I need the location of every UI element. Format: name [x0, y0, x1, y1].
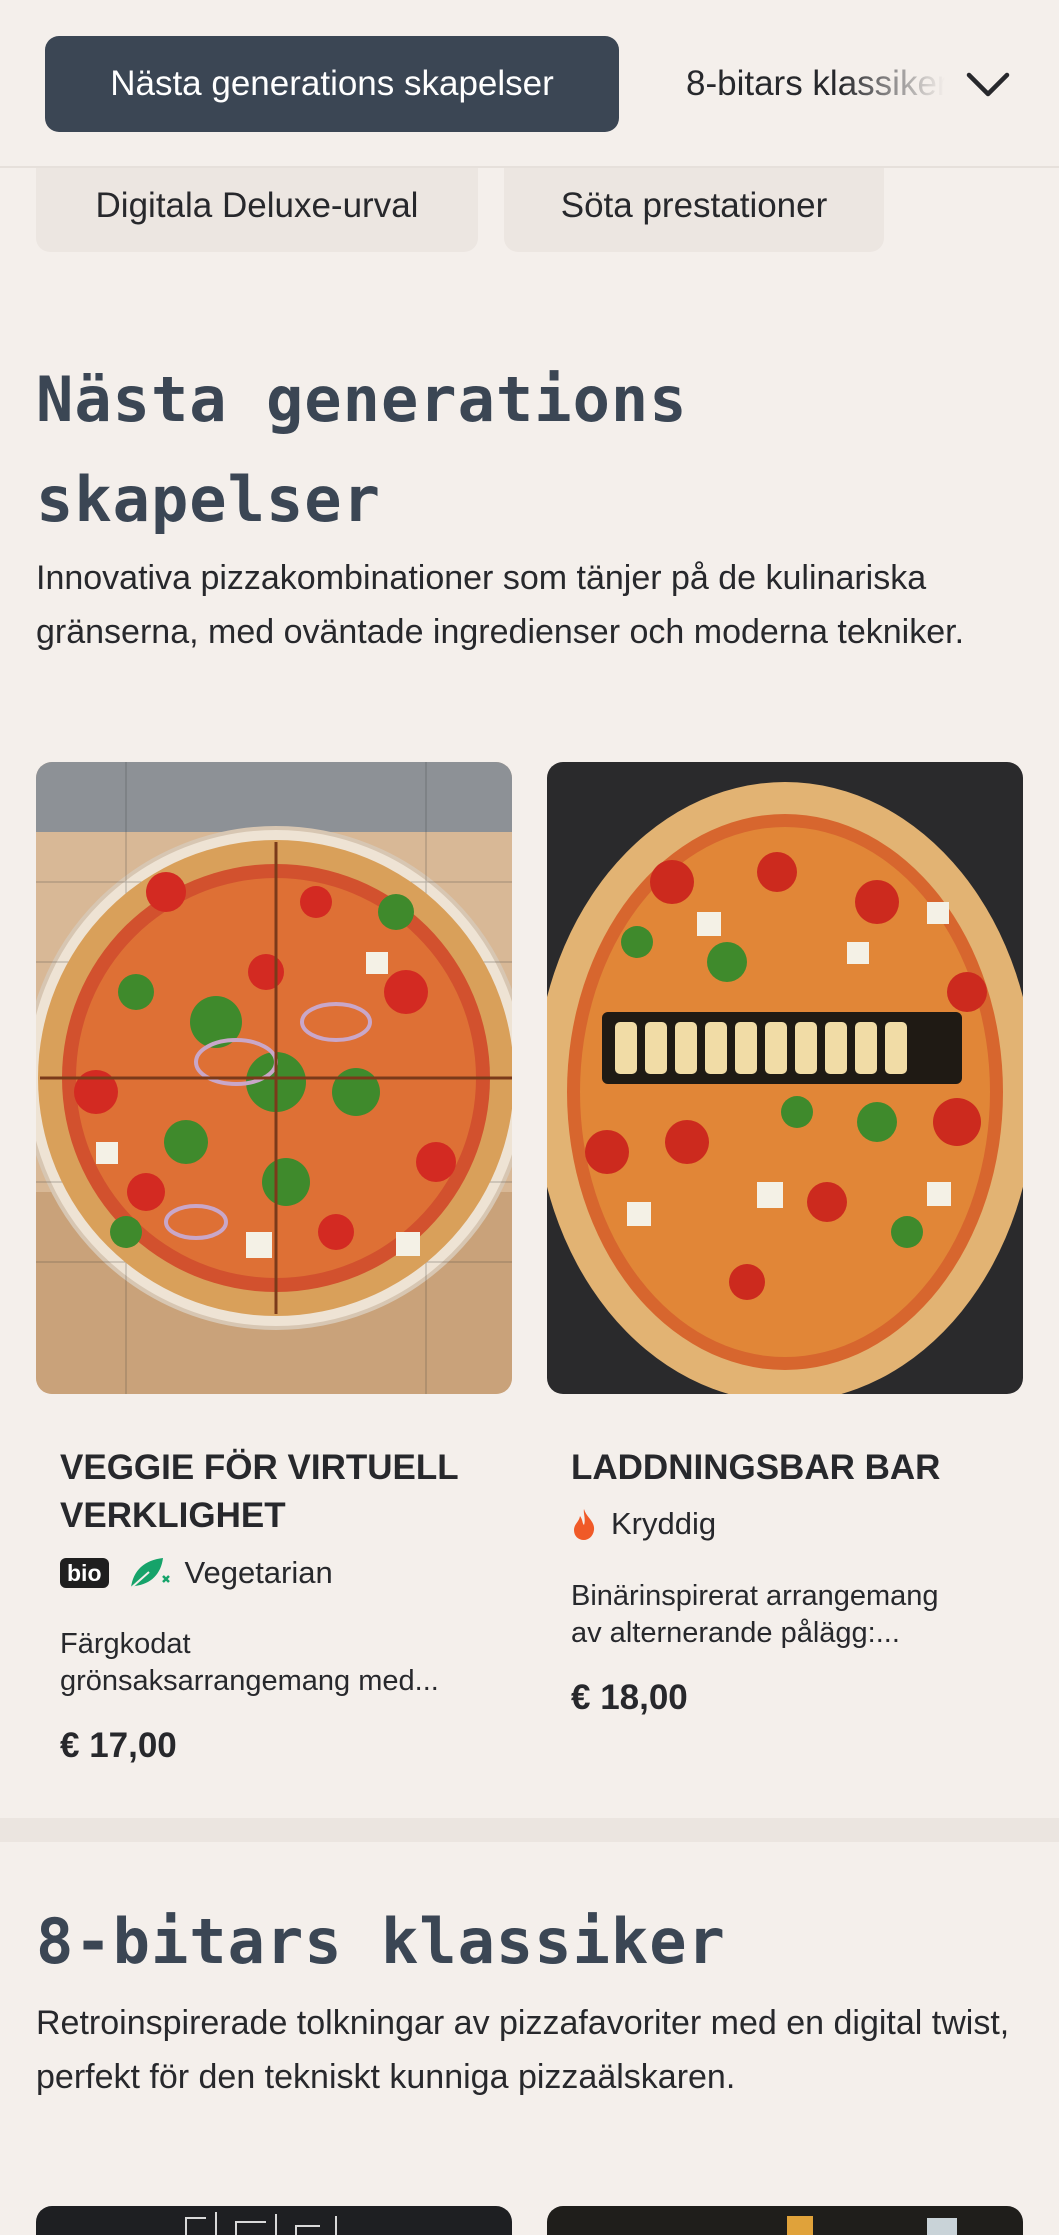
category-nav: Nästa generations skapelser 8-bitars kla…: [0, 0, 1059, 168]
tag-label: Vegetarian: [184, 1555, 333, 1590]
product-tags: Kryddig: [571, 1506, 716, 1542]
bio-badge: bio: [60, 1558, 109, 1588]
category-chip-next-gen[interactable]: Nästa generations skapelser: [45, 36, 619, 132]
product-price: € 17,00: [60, 1726, 177, 1765]
product-title[interactable]: VEGGIE FÖR VIRTUELL VERKLIGHET: [60, 1444, 500, 1540]
category-chip-8bit[interactable]: 8-bitars klassiker: [686, 36, 956, 132]
expand-categories-button[interactable]: [960, 56, 1016, 112]
section-title: Nästa generations skapelser: [36, 350, 688, 550]
section-divider: [0, 1818, 1059, 1842]
chip-label: Söta prestationer: [560, 186, 828, 225]
flame-icon: [574, 1509, 595, 1540]
description-line: av alternerande pålägg:...: [571, 1617, 900, 1649]
section-title-line: Nästa generations: [36, 363, 688, 436]
section-description: Innovativa pizzakombinationer som tänjer…: [36, 559, 965, 651]
description-line: grönsaksarrangemang med...: [60, 1665, 439, 1697]
description-line: Färgkodat: [60, 1628, 191, 1660]
chip-label: Nästa generations skapelser: [110, 64, 554, 103]
product-image-partial[interactable]: [547, 2206, 1023, 2235]
section-title-line: skapelser: [36, 463, 381, 536]
product-description: Binärinspirerat arrangemang av alternera…: [571, 1578, 991, 1652]
leaf-icon: [129, 1558, 170, 1589]
product-price: € 18,00: [571, 1678, 688, 1717]
product-tags: bio Vegetarian: [60, 1554, 333, 1592]
description-line: Binärinspirerat arrangemang: [571, 1580, 939, 1612]
chip-label: 8-bitars klassiker: [686, 64, 949, 103]
product-image-binary[interactable]: [547, 762, 1023, 1394]
chevron-down-icon: [966, 72, 1010, 97]
product-description: Färgkodat grönsaksarrangemang med...: [60, 1626, 480, 1700]
section-title: 8-bitars klassiker: [36, 1905, 726, 1978]
section-description: Retroinspirerade tolkningar av pizzafavo…: [36, 2004, 1010, 2096]
tag-label: Kryddig: [611, 1506, 717, 1541]
chip-label: Digitala Deluxe-urval: [95, 186, 419, 225]
product-image-partial[interactable]: [36, 2206, 512, 2235]
product-image-veggie[interactable]: [36, 762, 512, 1394]
product-title[interactable]: LADDNINGSBAR BAR: [571, 1444, 1011, 1492]
